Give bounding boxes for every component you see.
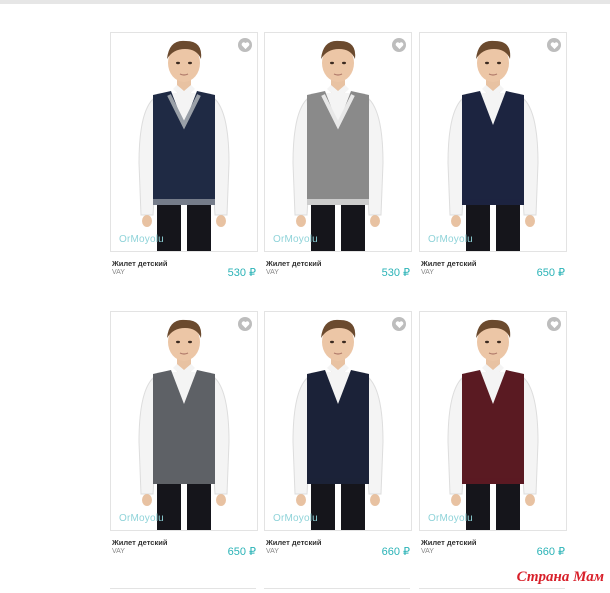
product-image[interactable]: OrMoyolu [264, 311, 412, 531]
top-border [0, 0, 610, 4]
product-price: 660 ₽ [536, 546, 565, 558]
brand-watermark: OrMoyolu [273, 234, 318, 245]
favorite-heart-icon[interactable] [238, 317, 252, 331]
brand-watermark: OrMoyolu [428, 513, 473, 524]
product-name[interactable]: Жилет детский [421, 538, 476, 547]
product-image[interactable]: OrMoyolu [419, 32, 567, 252]
brand-watermark: OrMoyolu [428, 234, 473, 245]
site-watermark-logo: Страна Мам [516, 569, 604, 585]
product-price: 530 ₽ [381, 267, 410, 279]
product-image[interactable]: OrMoyolu [110, 311, 258, 531]
product-name[interactable]: Жилет детский [112, 259, 167, 268]
product-price: 650 ₽ [227, 546, 256, 558]
favorite-heart-icon[interactable] [392, 38, 406, 52]
brand-watermark: OrMoyolu [273, 513, 318, 524]
next-row-card-edge [110, 588, 256, 593]
brand-watermark: OrMoyolu [119, 513, 164, 524]
favorite-heart-icon[interactable] [392, 317, 406, 331]
product-brand: VAY [421, 548, 434, 555]
favorite-heart-icon[interactable] [238, 38, 252, 52]
product-brand: VAY [266, 548, 279, 555]
product-brand: VAY [266, 269, 279, 276]
product-brand: VAY [112, 269, 125, 276]
product-price: 660 ₽ [381, 546, 410, 558]
brand-watermark: OrMoyolu [119, 234, 164, 245]
product-image[interactable]: OrMoyolu [419, 311, 567, 531]
product-brand: VAY [112, 548, 125, 555]
product-name[interactable]: Жилет детский [112, 538, 167, 547]
product-image[interactable]: OrMoyolu [110, 32, 258, 252]
product-name[interactable]: Жилет детский [266, 259, 321, 268]
product-name[interactable]: Жилет детский [266, 538, 321, 547]
product-price: 530 ₽ [227, 267, 256, 279]
favorite-heart-icon[interactable] [547, 317, 561, 331]
next-row-card-edge [419, 588, 565, 593]
product-price: 650 ₽ [536, 267, 565, 279]
product-name[interactable]: Жилет детский [421, 259, 476, 268]
next-row-card-edge [264, 588, 410, 593]
favorite-heart-icon[interactable] [547, 38, 561, 52]
product-image[interactable]: OrMoyolu [264, 32, 412, 252]
product-brand: VAY [421, 269, 434, 276]
